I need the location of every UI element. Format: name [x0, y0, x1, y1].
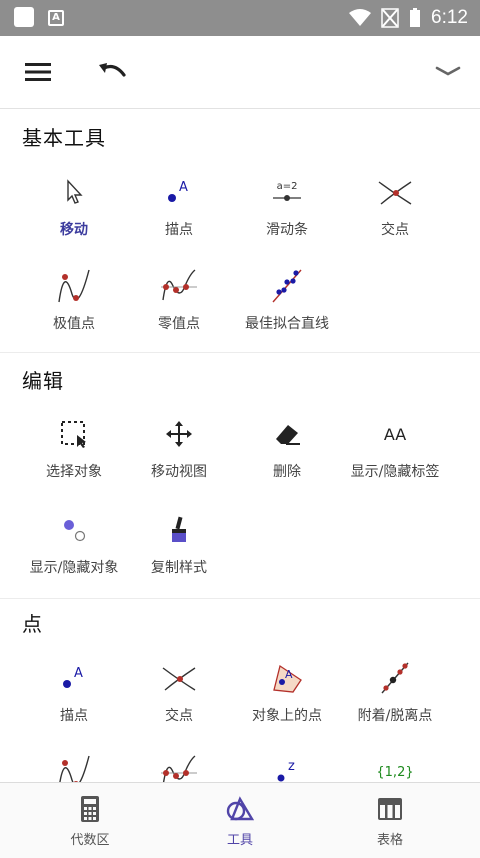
svg-text:A: A [74, 666, 83, 681]
tool-label: 极值点 [53, 316, 95, 332]
battery-icon [410, 8, 421, 27]
roots-icon [159, 752, 199, 782]
wifi-icon [349, 9, 372, 26]
top-toolbar [0, 36, 480, 109]
svg-text:z: z [288, 759, 295, 774]
tool-extremum-2[interactable] [15, 752, 133, 782]
collapse-button[interactable] [430, 54, 466, 90]
list-icon: {1,2} [375, 752, 415, 782]
tool-label: 滑动条 [266, 222, 308, 238]
tool-select-objects[interactable]: 选择对象 [15, 414, 133, 504]
tool-roots[interactable]: 零值点 [120, 266, 238, 356]
calculator-icon [81, 796, 99, 822]
intersect-icon [159, 658, 199, 698]
nav-tools[interactable]: 工具 [160, 783, 320, 858]
tool-label: 删除 [273, 464, 301, 480]
paintbrush-icon [159, 510, 199, 550]
svg-text:AA: AA [384, 425, 406, 444]
hamburger-menu-icon [25, 63, 51, 81]
section-title-edit: 编辑 [22, 369, 64, 393]
show-hide-object-icon [54, 510, 94, 550]
nav-label: 代数区 [70, 833, 110, 848]
svg-text:A: A [179, 180, 188, 195]
bottom-navigation: 代数区 工具 表格 [0, 782, 480, 858]
tool-label: 移动视图 [151, 464, 207, 480]
move-view-icon [159, 414, 199, 454]
move-arrow-icon [54, 172, 94, 212]
tool-move[interactable]: 移动 [15, 172, 133, 262]
tool-label: 对象上的点 [252, 708, 322, 724]
tool-list[interactable]: {1,2} [336, 752, 454, 782]
section-title-points: 点 [22, 612, 43, 636]
tool-point[interactable]: A 描点 [120, 172, 238, 262]
status-bar: A 6:12 [0, 0, 480, 36]
tool-label: 移动 [60, 222, 88, 238]
tools-shapes-icon [226, 796, 254, 821]
best-fit-line-icon [267, 266, 307, 306]
point-on-object-icon: A [267, 658, 307, 698]
tool-complex-number[interactable]: z [228, 752, 346, 782]
tool-point-on-object[interactable]: A 对象上的点 [228, 658, 346, 748]
tool-label: 显示/隐藏对象 [29, 560, 119, 576]
tool-extremum[interactable]: 极值点 [15, 266, 133, 356]
nav-label: 工具 [226, 833, 253, 848]
tool-best-fit-line[interactable]: 最佳拟合直线 [228, 266, 346, 356]
chevron-down-icon [435, 66, 461, 76]
nav-spreadsheet[interactable]: 表格 [310, 783, 470, 858]
notification-icon [14, 7, 34, 27]
eraser-icon [267, 414, 307, 454]
attach-detach-point-icon [375, 658, 415, 698]
svg-text:{1,2}: {1,2} [376, 765, 413, 780]
tool-move-view[interactable]: 移动视图 [120, 414, 238, 504]
extremum-icon [54, 752, 94, 782]
no-signal-icon [381, 8, 399, 28]
tool-label: 描点 [165, 222, 193, 238]
tool-delete[interactable]: 删除 [228, 414, 346, 504]
extremum-icon [54, 266, 94, 306]
tool-slider[interactable]: a=2 滑动条 [228, 172, 346, 262]
section-title-basic-tools: 基本工具 [22, 126, 106, 150]
undo-button[interactable] [94, 54, 130, 90]
tool-show-hide-object[interactable]: 显示/隐藏对象 [15, 510, 133, 600]
point-icon: A [159, 172, 199, 212]
section-divider [0, 352, 480, 353]
nav-label: 表格 [376, 833, 403, 848]
tool-attach-detach-point[interactable]: 附着/脱离点 [336, 658, 454, 748]
slider-icon: a=2 [267, 172, 307, 212]
tool-point-2[interactable]: A 描点 [15, 658, 133, 748]
svg-text:A: A [285, 668, 293, 681]
tool-label: 显示/隐藏标签 [350, 464, 440, 480]
section-divider [0, 598, 480, 599]
tool-label: 交点 [165, 708, 193, 724]
tool-label: 零值点 [158, 316, 200, 332]
complex-number-icon: z [267, 752, 307, 782]
tool-roots-2[interactable] [120, 752, 238, 782]
tool-label: 最佳拟合直线 [245, 316, 329, 332]
intersect-icon [375, 172, 415, 212]
tool-label: 描点 [60, 708, 88, 724]
roots-icon [159, 266, 199, 306]
tools-panel: 基本工具 移动 A 描点 a=2 滑动条 交点 极值点 零值点 最佳拟合直线 编… [0, 110, 480, 782]
point-icon: A [54, 658, 94, 698]
table-icon [378, 798, 402, 820]
notification-letter-icon: A [48, 10, 64, 26]
undo-icon [99, 63, 126, 77]
svg-text:a=2: a=2 [277, 181, 298, 192]
tool-label: 附着/脱离点 [357, 708, 433, 724]
label-text-icon: AA [375, 414, 415, 454]
tool-label: 复制样式 [151, 560, 207, 576]
tool-intersect[interactable]: 交点 [336, 172, 454, 262]
tool-intersect-2[interactable]: 交点 [120, 658, 238, 748]
tool-show-hide-label[interactable]: AA 显示/隐藏标签 [336, 414, 454, 504]
menu-button[interactable] [20, 54, 56, 90]
nav-algebra[interactable]: 代数区 [10, 783, 170, 858]
tool-copy-style[interactable]: 复制样式 [120, 510, 238, 600]
select-rectangle-icon [54, 414, 94, 454]
clock: 6:12 [431, 7, 468, 28]
tool-label: 交点 [381, 222, 409, 238]
tool-label: 选择对象 [46, 464, 102, 480]
